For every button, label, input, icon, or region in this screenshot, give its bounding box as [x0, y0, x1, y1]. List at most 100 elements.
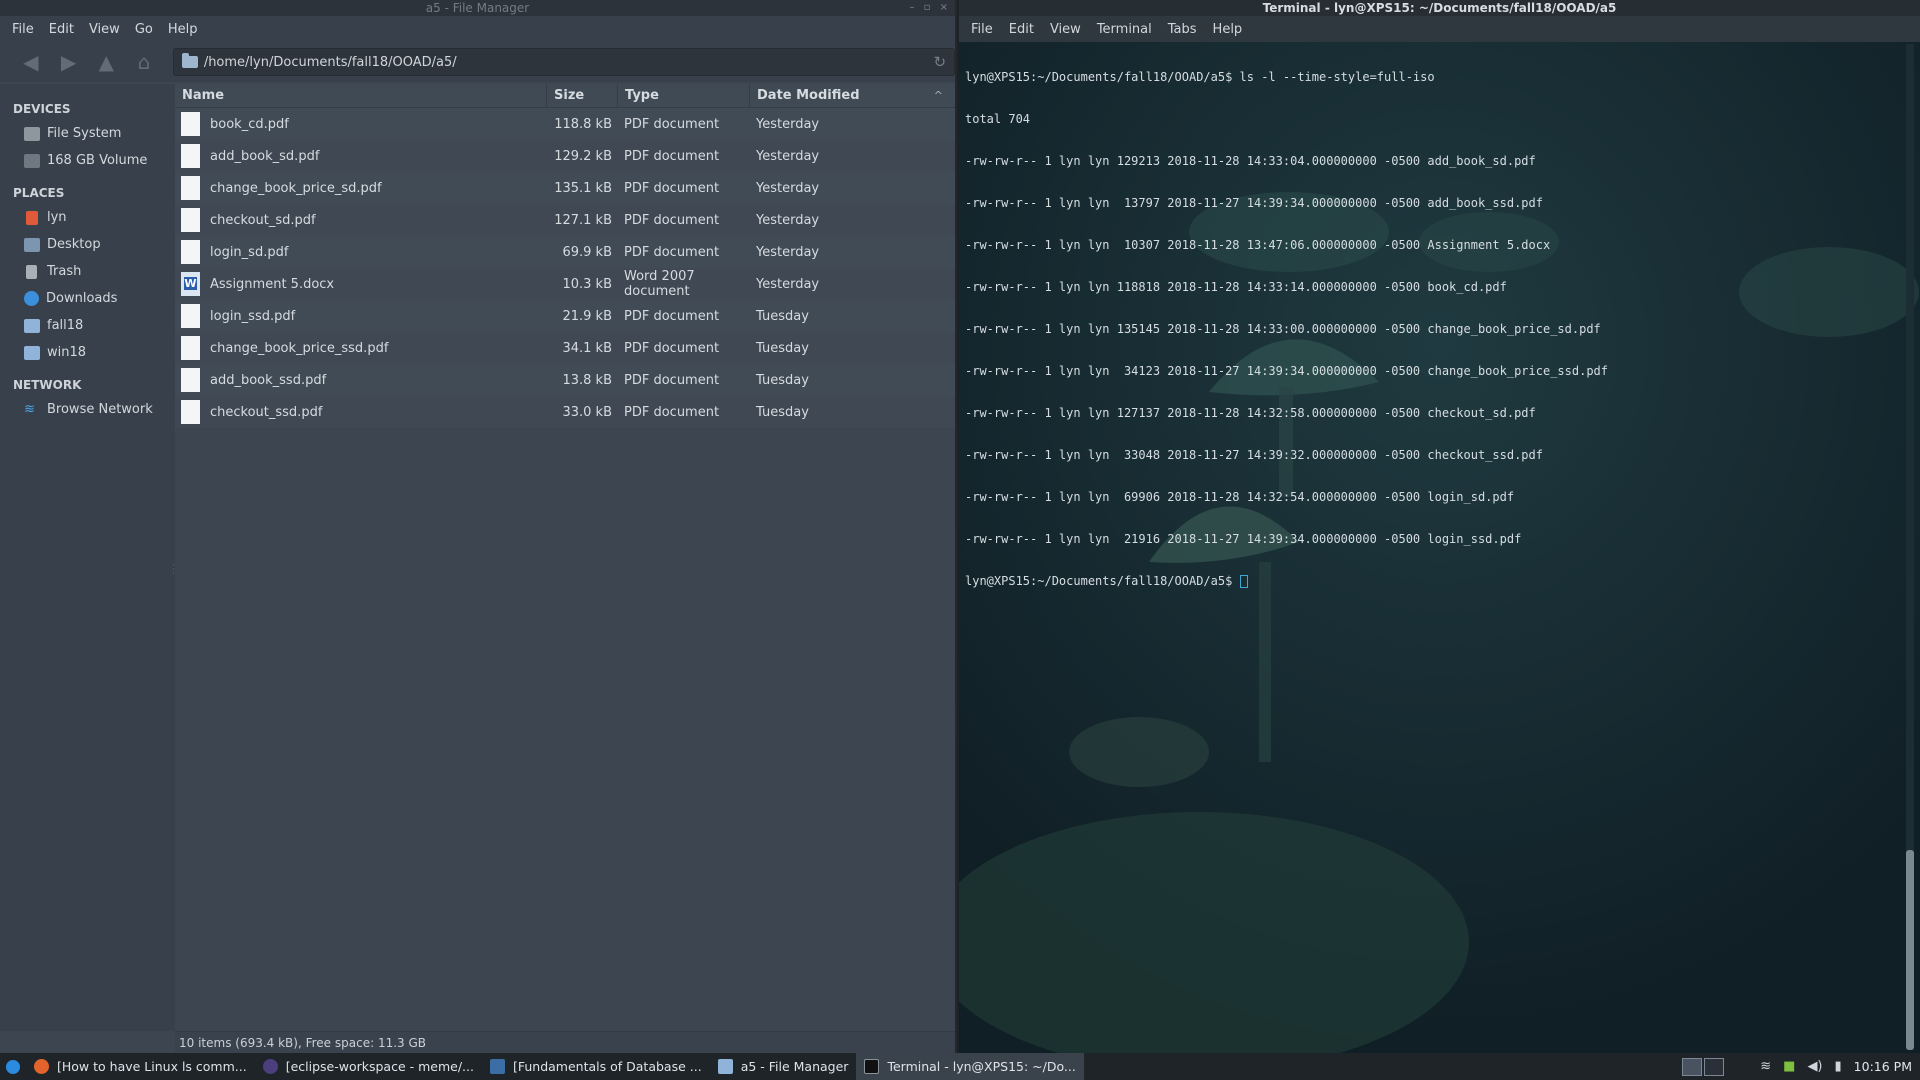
file-type: PDF document	[624, 372, 720, 388]
sidebar-item-trash[interactable]: Trash	[0, 258, 175, 285]
menu-go[interactable]: Go	[135, 22, 153, 37]
column-header-name[interactable]: Name	[175, 83, 547, 108]
terminal-output[interactable]: lyn@XPS15:~/Documents/fall18/OOAD/a5$ ls…	[965, 42, 1608, 616]
back-button[interactable]: ◀	[16, 47, 46, 77]
scrollbar-thumb[interactable]	[1906, 850, 1914, 1050]
desktop: a5 - File Manager – ▫ × File Edit View G…	[0, 0, 1920, 1080]
file-size: 34.1 kB	[562, 340, 612, 356]
home-icon: ⌂	[137, 50, 151, 74]
file-manager-titlebar[interactable]: a5 - File Manager – ▫ ×	[0, 0, 955, 16]
sidebar-item-fall18[interactable]: fall18	[0, 312, 175, 339]
menu-terminal[interactable]: Terminal	[1097, 22, 1152, 37]
app-menu-button[interactable]	[0, 1053, 26, 1080]
workspace-2-icon[interactable]	[1704, 1057, 1725, 1076]
file-manager-body: DEVICES File System 168 GB Volume PLACES…	[0, 83, 955, 1031]
file-size: 10.3 kB	[562, 276, 612, 292]
sidebar-item-desktop[interactable]: Desktop	[0, 231, 175, 258]
pdf-file-icon	[181, 400, 200, 424]
forward-button[interactable]: ▶	[54, 47, 84, 77]
eclipse-icon	[262, 1059, 278, 1074]
wifi-icon[interactable]: ≋	[1760, 1059, 1771, 1074]
battery-icon[interactable]: ▮	[1835, 1059, 1842, 1074]
file-name-cell: add_book_ssd.pdf	[175, 368, 547, 392]
taskbar-task-file-manager[interactable]: a5 - File Manager	[710, 1053, 857, 1080]
workspace-1-icon[interactable]	[1682, 1057, 1703, 1076]
file-row[interactable]: add_book_sd.pdf 129.2 kB PDF document Ye…	[175, 140, 955, 172]
menu-tabs[interactable]: Tabs	[1168, 22, 1197, 37]
taskbar-task-terminal[interactable]: Terminal - lyn@XPS15: ~/Do...	[856, 1053, 1084, 1080]
window-controls[interactable]: – ▫ ×	[909, 0, 951, 16]
sidebar-item-168gb-volume[interactable]: 168 GB Volume	[0, 147, 175, 174]
sidebar-header-network: NETWORK	[13, 378, 82, 392]
file-size: 129.2 kB	[554, 148, 612, 164]
file-name: add_book_sd.pdf	[210, 148, 320, 164]
reload-icon[interactable]: ↻	[933, 53, 946, 71]
column-header-date-modified[interactable]: Date Modified ^	[750, 84, 955, 108]
file-row[interactable]: add_book_ssd.pdf 13.8 kB PDF document Tu…	[175, 364, 955, 396]
file-row[interactable]: checkout_ssd.pdf 33.0 kB PDF document Tu…	[175, 396, 955, 428]
file-row[interactable]: checkout_sd.pdf 127.1 kB PDF document Ye…	[175, 204, 955, 236]
menu-view[interactable]: View	[1050, 22, 1081, 37]
arrow-left-icon: ◀	[23, 50, 39, 74]
download-icon	[24, 291, 39, 306]
battery-status-icon[interactable]: ■	[1783, 1059, 1795, 1074]
terminal-line: -rw-rw-r-- 1 lyn lyn 10307 2018-11-28 13…	[965, 238, 1551, 252]
column-header-size[interactable]: Size	[547, 83, 618, 108]
file-row[interactable]: login_ssd.pdf 21.9 kB PDF document Tuesd…	[175, 300, 955, 332]
menu-file[interactable]: File	[12, 22, 34, 37]
file-size: 13.8 kB	[562, 372, 612, 388]
pane-splitter[interactable]: · · ·	[172, 562, 175, 579]
sidebar-item-downloads[interactable]: Downloads	[0, 285, 175, 312]
sidebar-item-file-system[interactable]: File System	[0, 120, 175, 147]
file-name: change_book_price_ssd.pdf	[210, 340, 389, 356]
volume-icon[interactable]: ◀)	[1807, 1059, 1822, 1074]
pdf-file-icon	[181, 304, 200, 328]
sidebar-header-places: PLACES	[13, 186, 65, 200]
sidebar-item-browse-network[interactable]: ≋ Browse Network	[0, 396, 175, 423]
taskbar-task-document-viewer[interactable]: [Fundamentals of Database ...	[482, 1053, 710, 1080]
file-row[interactable]: login_sd.pdf 69.9 kB PDF document Yester…	[175, 236, 955, 268]
location-bar[interactable]: /home/lyn/Documents/fall18/OOAD/a5/ ↻	[172, 48, 956, 76]
terminal-titlebar[interactable]: Terminal - lyn@XPS15: ~/Documents/fall18…	[959, 0, 1920, 16]
file-type: PDF document	[624, 180, 720, 196]
column-header-label: Date Modified	[757, 87, 860, 103]
file-row[interactable]: change_book_price_sd.pdf 135.1 kB PDF do…	[175, 172, 955, 204]
terminal-line: -rw-rw-r-- 1 lyn lyn 34123 2018-11-27 14…	[965, 364, 1608, 378]
sidebar-item-label: File System	[47, 126, 122, 141]
terminal-cursor	[1239, 575, 1248, 588]
status-bar: 10 items (693.4 kB), Free space: 11.3 GB	[175, 1031, 955, 1053]
terminal-line: -rw-rw-r-- 1 lyn lyn 33048 2018-11-27 14…	[965, 448, 1543, 462]
file-date: Yesterday	[756, 148, 820, 164]
file-name-cell: login_sd.pdf	[175, 240, 547, 264]
menu-file[interactable]: File	[971, 22, 993, 37]
file-type: PDF document	[624, 308, 720, 324]
menu-view[interactable]: View	[89, 22, 120, 37]
sidebar-item-label: Downloads	[46, 291, 118, 306]
sidebar-item-lyn[interactable]: lyn	[0, 204, 175, 231]
pdf-file-icon	[181, 368, 200, 392]
home-button[interactable]: ⌂	[129, 47, 159, 77]
terminal-scrollbar[interactable]	[1906, 44, 1914, 1050]
file-row[interactable]: change_book_price_ssd.pdf 34.1 kB PDF do…	[175, 332, 955, 364]
file-row[interactable]: book_cd.pdf 118.8 kB PDF document Yester…	[175, 108, 955, 140]
pdf-file-icon	[181, 144, 200, 168]
sidebar-item-win18[interactable]: win18	[0, 339, 175, 366]
up-button[interactable]: ▲	[91, 47, 121, 77]
taskbar-task-eclipse[interactable]: [eclipse-workspace - meme/...	[255, 1053, 482, 1080]
file-name: checkout_sd.pdf	[210, 212, 316, 228]
file-name: add_book_ssd.pdf	[210, 372, 327, 388]
file-date: Tuesday	[756, 340, 809, 356]
menu-edit[interactable]: Edit	[49, 22, 74, 37]
menu-help[interactable]: Help	[168, 22, 198, 37]
taskbar-task-firefox[interactable]: [How to have Linux ls comm...	[26, 1053, 255, 1080]
file-row[interactable]: Assignment 5.docx 10.3 kB Word 2007 docu…	[175, 268, 955, 300]
arrow-right-icon: ▶	[60, 50, 77, 74]
file-name: Assignment 5.docx	[210, 276, 335, 292]
clock[interactable]: 10:16 PM	[1854, 1059, 1912, 1074]
column-header-type[interactable]: Type	[618, 83, 750, 108]
menu-help[interactable]: Help	[1213, 22, 1243, 37]
file-type: PDF document	[624, 404, 720, 420]
terminal-window[interactable]: Terminal - lyn@XPS15: ~/Documents/fall18…	[959, 0, 1920, 1053]
file-name-cell: Assignment 5.docx	[175, 272, 547, 296]
menu-edit[interactable]: Edit	[1009, 22, 1034, 37]
